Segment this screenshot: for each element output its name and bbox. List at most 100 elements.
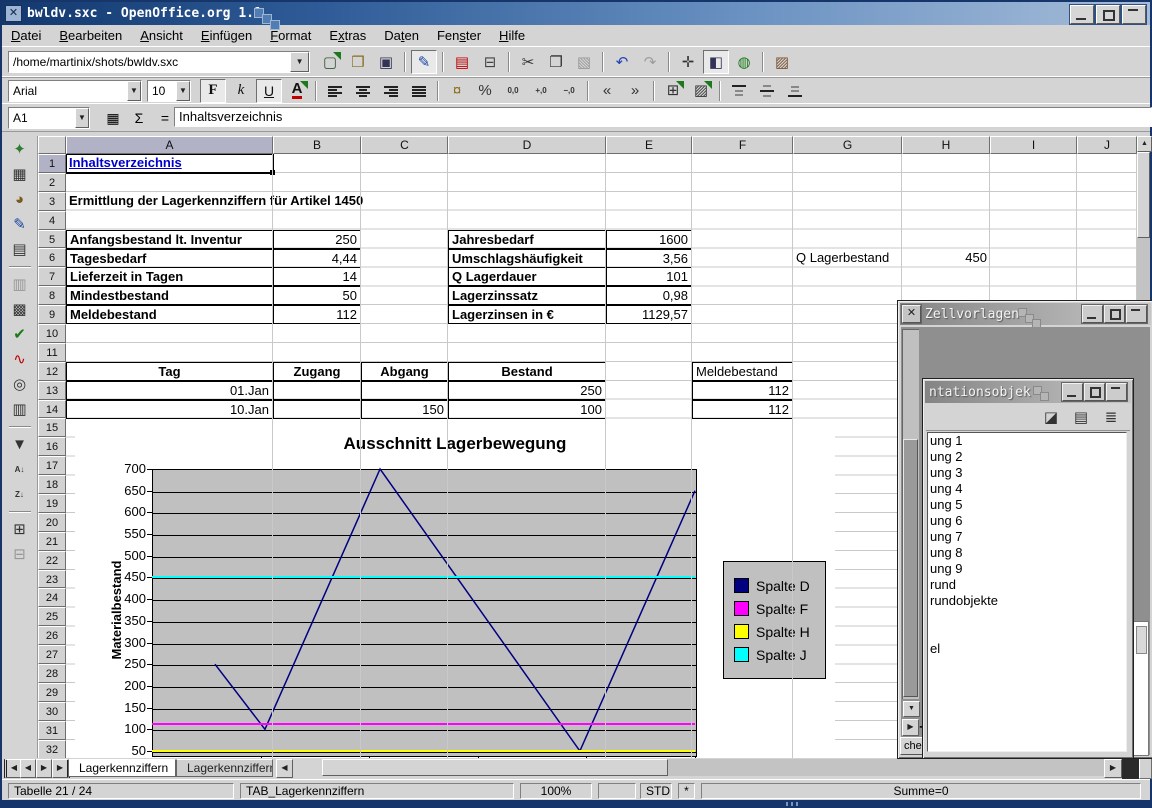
print-icon[interactable]: ⊟ [477,50,503,74]
add-decimal-icon[interactable]: +,0 [528,79,554,103]
cell-A1[interactable]: Inhaltsverzeichnis [66,154,273,173]
style-list-item[interactable]: ung 2 [928,449,1126,465]
row-header-14[interactable]: 14 [38,400,66,419]
equals-icon[interactable]: = [154,108,176,128]
scroll-right-icon[interactable]: ▶ [1104,759,1122,778]
url-combobox[interactable]: ▼ [8,51,310,73]
align-justify-icon[interactable] [406,79,432,103]
cell-E7[interactable]: 101 [606,267,692,286]
cell-H6[interactable]: 450 [902,249,990,268]
cell-reference-input[interactable] [9,108,75,128]
font-size-dropdown-icon[interactable]: ▼ [176,81,190,101]
align-left-icon[interactable] [322,79,348,103]
cell-C13[interactable] [361,381,448,400]
url-input[interactable] [9,52,290,72]
cell-D7[interactable]: Q Lagerdauer [448,267,606,286]
row-header-11[interactable]: 11 [38,343,66,362]
maximize-button[interactable] [1104,305,1125,323]
cell-B8[interactable]: 50 [273,286,361,305]
cell-A3[interactable]: Ermittlung der Lagerkennziffern für Arti… [66,192,273,211]
cell-A14[interactable]: 10.Jan [66,400,273,419]
italic-icon[interactable]: k [228,79,254,103]
menu-ansicht[interactable]: Ansicht [131,26,192,45]
sort-descending-icon[interactable]: Z↓ [6,483,34,506]
update-style-icon[interactable]: ≣ [1099,407,1123,429]
style-list-item[interactable]: rundobjekte [928,593,1126,609]
style-list-item[interactable]: ung 7 [928,529,1126,545]
horizontal-scrollbar[interactable]: ▶ [322,759,1122,776]
row-header-23[interactable]: 23 [38,570,66,589]
sheet-tab-inactive[interactable]: Lagerkennziffern [176,759,273,777]
font-size-input[interactable] [148,81,176,101]
edit-file-icon[interactable]: ✎ [411,50,437,74]
font-color-icon[interactable]: A [284,79,310,103]
row-header-6[interactable]: 6 [38,248,66,267]
style-list-item[interactable]: el [928,641,1126,657]
url-dropdown-icon[interactable]: ▼ [290,52,309,72]
cell-B7[interactable]: 14 [273,267,361,286]
column-header-F[interactable]: F [692,136,793,154]
row-header-1[interactable]: 1 [38,154,66,173]
align-right-icon[interactable] [378,79,404,103]
borders-icon[interactable]: ⊞ [660,79,686,103]
cell-B6[interactable]: 4,44 [273,249,361,268]
row-header-32[interactable]: 32 [38,740,66,758]
insert-cells-icon[interactable]: ▦ [6,163,34,186]
style-list-item[interactable]: ung 9 [928,561,1126,577]
row-header-3[interactable]: 3 [38,192,66,211]
stylist-title-bar[interactable]: ✕ Zellvorlagen [900,303,1151,325]
stylist-side-scrollbar[interactable] [1133,621,1149,756]
row-header-5[interactable]: 5 [38,230,66,249]
undo-icon[interactable]: ↶ [609,50,635,74]
menu-extras[interactable]: Extras [320,26,375,45]
insert-chart-icon[interactable]: ◕ [6,188,34,211]
valign-bottom-icon[interactable] [782,79,808,103]
style-list-item[interactable] [928,609,1126,625]
align-center-icon[interactable] [350,79,376,103]
row-header-16[interactable]: 16 [38,437,66,456]
cell-F14[interactable]: 112 [692,400,793,419]
cell-A7[interactable]: Lieferzeit in Tagen [66,267,273,286]
maximize-button[interactable] [1084,383,1105,401]
cell-E8[interactable]: 0,98 [606,286,692,305]
row-header-17[interactable]: 17 [38,456,66,475]
scroll-up-icon[interactable]: ▲ [1137,136,1152,152]
cell-G6[interactable]: Q Lagerbestand [793,249,902,268]
delete-decimal-icon[interactable]: −,0 [556,79,582,103]
font-name-dropdown-icon[interactable]: ▼ [127,81,141,101]
function-wizard-icon[interactable]: ▦ [102,108,124,128]
new-style-from-selection-icon[interactable]: ▤ [1069,407,1093,429]
row-header-30[interactable]: 30 [38,702,66,721]
draw-functions-icon[interactable]: ✎ [6,213,34,236]
style-list-item[interactable] [928,625,1126,641]
cell-B14[interactable] [273,400,361,419]
style-list-item[interactable]: ung 8 [928,545,1126,561]
shade-button[interactable] [1126,305,1147,323]
fill-format-mode-icon[interactable]: ◪ [1039,407,1063,429]
save-document-icon[interactable]: ▣ [373,50,399,74]
row-header-12[interactable]: 12 [38,362,66,381]
cell-E5[interactable]: 1600 [606,230,692,249]
cell-D5[interactable]: Jahresbedarf [448,230,606,249]
row-header-9[interactable]: 9 [38,305,66,324]
number-currency-icon[interactable]: ¤ [444,79,470,103]
row-header-13[interactable]: 13 [38,381,66,400]
minimize-button[interactable] [1070,5,1094,24]
valign-center-icon[interactable] [754,79,780,103]
window-frame-bottom[interactable] [0,800,1152,808]
row-header-29[interactable]: 29 [38,683,66,702]
row-header-7[interactable]: 7 [38,267,66,286]
stylist-scrollbar-thumb[interactable] [903,439,918,697]
row-header-27[interactable]: 27 [38,645,66,664]
status-insert-mode[interactable] [598,783,636,799]
presentation-styles-window[interactable]: ntationsobjek ◪▤≣ ung 1ung 2ung 3ung 4un… [922,378,1134,759]
column-header-B[interactable]: B [273,136,361,154]
style-list-item[interactable]: ung 5 [928,497,1126,513]
horizontal-scrollbar-thumb[interactable] [322,759,668,776]
row-header-10[interactable]: 10 [38,324,66,343]
cell-D12[interactable]: Bestand [448,362,606,381]
status-sum[interactable]: Summe=0 [701,783,1141,799]
number-standard-icon[interactable]: 0,0 [500,79,526,103]
hyperlink-dialog-icon[interactable]: ◍ [731,50,757,74]
menu-datei[interactable]: Datei [2,26,50,45]
